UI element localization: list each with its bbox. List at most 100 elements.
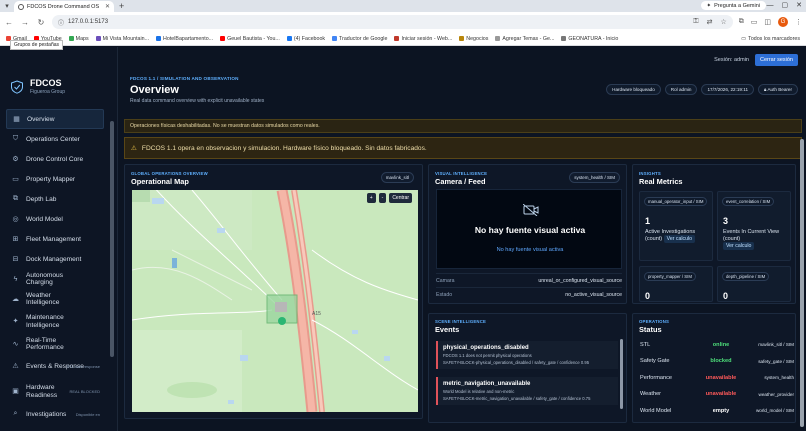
all-bookmarks[interactable]: ▭ Todos los marcadores xyxy=(741,36,800,42)
bookmark-item[interactable]: (4) Facebook xyxy=(286,36,325,42)
cloud-icon: ☁ xyxy=(12,296,19,303)
bookmark-label: Maps xyxy=(75,35,89,42)
bookmark-item[interactable]: Agregar Temas - Ge... xyxy=(495,36,554,42)
sidebar-item-dock-management[interactable]: ⊟ Dock Management xyxy=(6,249,104,269)
extensions-icon[interactable]: ⧉ xyxy=(739,18,744,26)
site-info-icon[interactable]: ⓘ xyxy=(58,18,64,27)
bookmark-item[interactable]: Iniciar sesión - Web... xyxy=(394,36,452,42)
metric-value: 3 xyxy=(723,216,729,226)
event-item[interactable]: metric_navigation_unavailable World Mode… xyxy=(436,377,618,405)
bookmark-label: Negocios xyxy=(466,35,489,42)
status-row-camera: Estado no_active_visual_source xyxy=(436,287,622,301)
status-name: Safety Gate xyxy=(640,358,670,364)
sidebar-item-drone-control-core[interactable]: ⚙ Drone Control Core xyxy=(6,149,104,169)
page-subtitle: Real data command overview with explicit… xyxy=(130,98,265,104)
split-icon[interactable]: ◫ xyxy=(764,18,771,26)
status-panel: OPERATIONS Status STL online mavlink_sitl … xyxy=(632,313,796,423)
sidebar-item-operations-center[interactable]: ⛉ Operations Center xyxy=(6,129,104,149)
bookmark-item[interactable]: Traductor de Google xyxy=(332,36,387,42)
layers-icon: ⧉ xyxy=(13,195,18,202)
sidebar-item-autonomous-charging[interactable]: ϟ Autonomous Charging xyxy=(6,269,104,289)
sidebar-item-world-model[interactable]: ◎ World Model xyxy=(6,209,104,229)
gemini-button[interactable]: ✦ Pregunta a Gemini xyxy=(700,1,766,10)
minimize-icon[interactable]: — xyxy=(767,0,774,11)
sidebar-item-events-response[interactable]: ⚠ Events & Response STL safe response xyxy=(6,354,104,379)
sidebar-item-overview[interactable]: ▦ Overview xyxy=(6,109,104,129)
sidebar-item-fleet-management[interactable]: ⊞ Fleet Management xyxy=(6,229,104,249)
app-root: FDCOS Figueroa Group ▦ Overview ⛉ Operation… xyxy=(0,47,806,431)
status-value: empty xyxy=(712,407,730,414)
fleet-icon: ⊞ xyxy=(12,236,19,243)
browser-tab-active[interactable]: FDCOS Drone Command OS ✕ xyxy=(14,1,114,12)
maximize-icon[interactable]: ▢ xyxy=(782,0,789,11)
camera-kicker: VISUAL INTELLIGENCE xyxy=(435,171,488,176)
bookmark-label: Iniciar sesión - Web... xyxy=(401,35,453,42)
sidebar-item-maintenance-intelligence[interactable]: ✦ Maintenance Intelligence xyxy=(6,309,104,334)
sidebar-item-depth-lab[interactable]: ⧉ Depth Lab xyxy=(6,189,104,209)
reload-icon[interactable]: ↻ xyxy=(36,18,46,27)
status-row: World Model empty world_model / SIM xyxy=(640,404,794,417)
metric-value: 0 xyxy=(723,291,729,301)
event-item[interactable]: physical_operations_disabled FDCOS 1.1 d… xyxy=(436,341,618,369)
gemini-sparkle-icon: ✦ xyxy=(706,2,712,9)
status-source: system_health xyxy=(764,375,794,380)
zoom-out-button[interactable]: - xyxy=(378,193,387,203)
key-icon[interactable]: ⚿ xyxy=(693,18,698,26)
close-window-icon[interactable]: ✕ xyxy=(796,0,802,11)
forward-icon[interactable]: → xyxy=(20,18,30,27)
sidebar-scrollbar[interactable] xyxy=(110,121,114,357)
status-row: Weather unavailable weather_provider xyxy=(640,388,794,401)
sidebar-item-property-mapper[interactable]: ▭ Property Mapper xyxy=(6,169,104,189)
bookmark-item[interactable]: Maps xyxy=(68,35,89,42)
tab-search-icon[interactable]: ▾ xyxy=(0,0,14,12)
metric-source-tag: manual_operator_input / SIM xyxy=(644,197,708,206)
browser-menu-icon[interactable]: ⋮ xyxy=(795,18,802,26)
map-controls: + - Centrar xyxy=(366,193,412,203)
sidebar-item-investigations[interactable]: ⌕ Investigations Disponible en xyxy=(6,404,104,424)
operational-map[interactable]: A15 xyxy=(132,190,418,412)
bookmark-item[interactable]: HotelBapartamento... xyxy=(156,36,213,42)
sidebar: FDCOS Figueroa Group ▦ Overview ⛉ Operation… xyxy=(0,47,118,431)
camera-row-value: no_active_visual_source xyxy=(565,291,622,298)
status-value: unavailable xyxy=(705,374,737,381)
address-bar[interactable]: ⓘ 127.0.0.1:5173 ⚿ ⇄ ☆ xyxy=(52,15,733,29)
bookmark-item[interactable]: Negocios xyxy=(459,36,488,42)
main-content: Sesión: admin Cerrar sesión FDCOS 1.1 / … xyxy=(122,47,806,431)
insights-title: Real Metrics xyxy=(639,177,683,186)
back-icon[interactable]: ← xyxy=(4,18,14,27)
cast-icon[interactable]: ▭ xyxy=(751,18,758,26)
main-scrollbar[interactable] xyxy=(800,139,804,427)
event-meta: SAFETY-BLOCK-physical_operations_disable… xyxy=(443,360,590,365)
bookmark-favicon-icon xyxy=(286,36,292,41)
bookmark-item[interactable]: Geuel Bautista - You... xyxy=(220,36,280,42)
sidebar-item-weather-intelligence[interactable]: ☁ Weather Intelligence xyxy=(6,289,104,309)
metric-value: 1 xyxy=(645,216,651,226)
sidebar-item-label: Operations Center xyxy=(26,135,80,143)
camera-off-icon xyxy=(523,204,539,216)
chip-hardware: Hardware bloqueado xyxy=(606,84,661,95)
bookmark-item[interactable]: Mi Vista Mountain... xyxy=(95,36,149,42)
status-source: mavlink_sitl / SIM xyxy=(758,342,794,347)
sidebar-item-label: Maintenance Intelligence xyxy=(26,313,64,329)
sidebar-item-label: Property Mapper xyxy=(26,175,76,183)
status-source: world_model / SIM xyxy=(755,408,794,413)
map-icon: ▭ xyxy=(12,176,19,183)
view-calculation-button[interactable]: Ver calculo xyxy=(663,235,696,243)
tab-close-icon[interactable]: ✕ xyxy=(105,3,110,10)
sidebar-item-real-time-performance[interactable]: ∿ Real-Time Performance xyxy=(6,334,104,354)
events-scrollbar[interactable] xyxy=(620,339,623,409)
bookmark-item[interactable]: GEONATURA - Inicio xyxy=(561,36,618,42)
profile-avatar[interactable]: G xyxy=(778,17,788,27)
chip-role: Rol admin xyxy=(664,84,698,95)
bookmark-star-icon[interactable]: ☆ xyxy=(720,18,726,26)
center-button[interactable]: Centrar xyxy=(389,193,412,203)
road-label: A15 xyxy=(312,311,321,317)
session-label: Sesión: admin xyxy=(714,57,749,63)
view-calculation-button[interactable]: Ver calculo xyxy=(723,242,755,250)
sidebar-item-hardware-readiness[interactable]: ▣ Hardware Readiness REAL BLOCKED xyxy=(6,379,104,404)
zoom-in-button[interactable]: + xyxy=(366,193,376,203)
translate-icon[interactable]: ⇄ xyxy=(707,18,713,26)
camera-panel: VISUAL INTELLIGENCE Camera / Feed system… xyxy=(428,164,627,304)
logout-button[interactable]: Cerrar sesión xyxy=(754,54,798,66)
new-tab-button[interactable]: + xyxy=(114,1,129,12)
